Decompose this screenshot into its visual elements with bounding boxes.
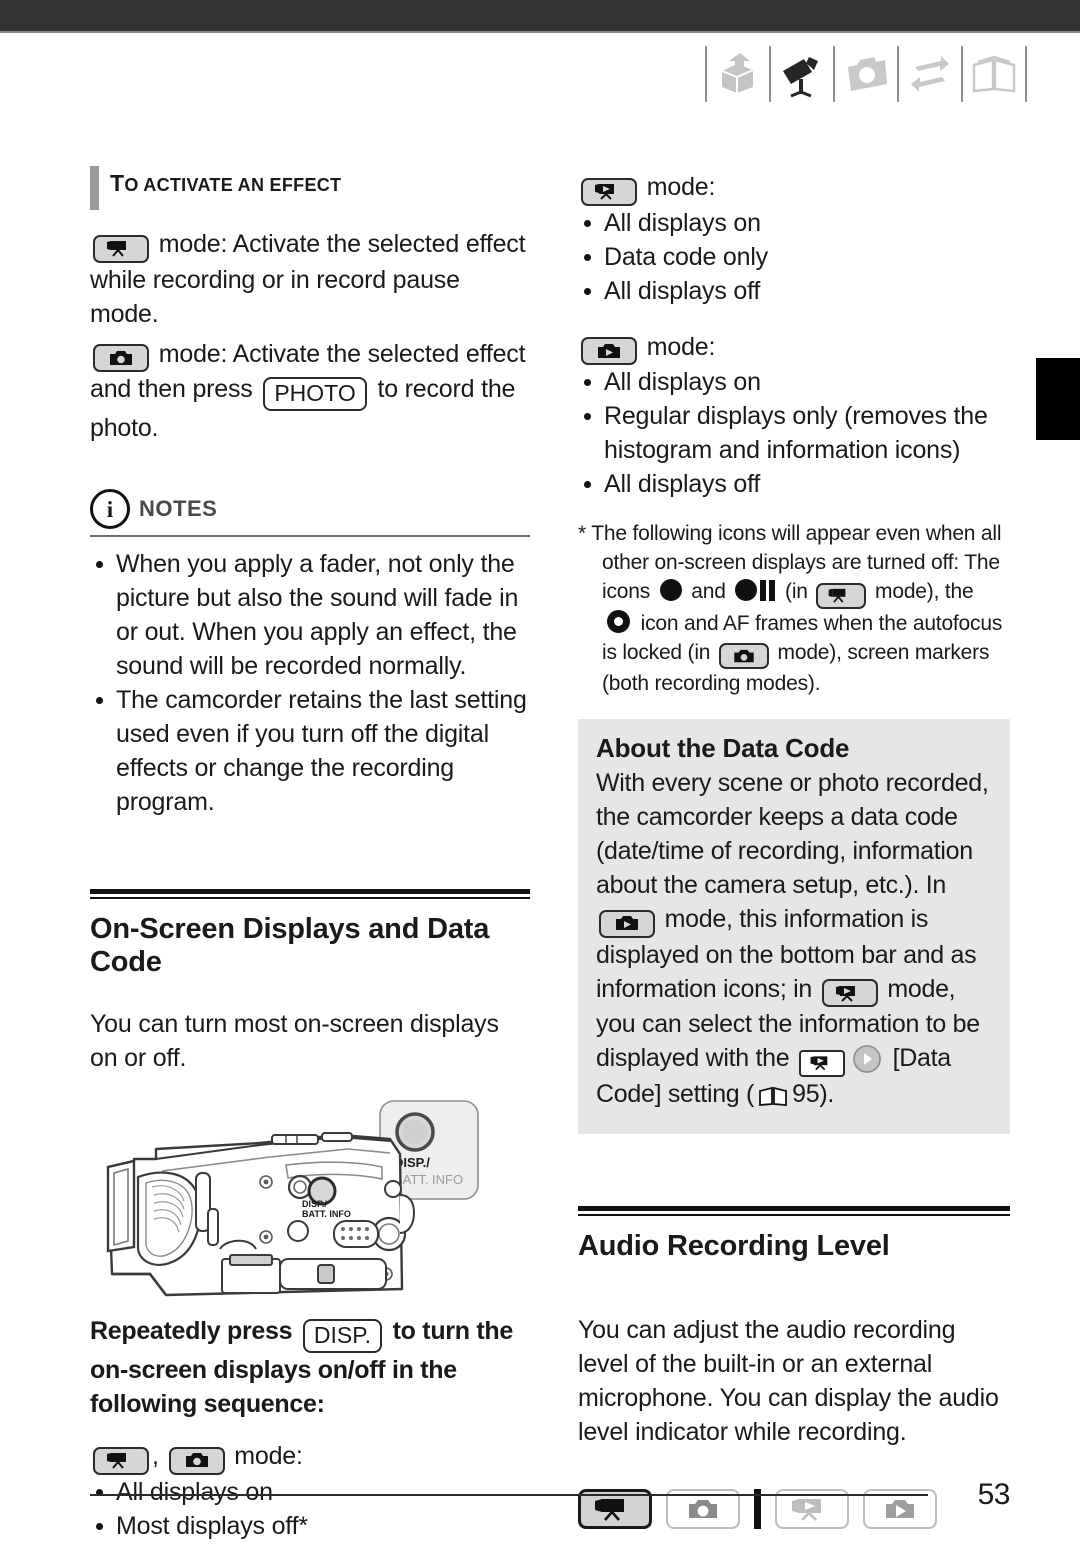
subheading-accent-bar bbox=[90, 166, 99, 210]
photo-play-mode-icon bbox=[599, 909, 655, 938]
icon-divider bbox=[897, 46, 899, 102]
icon-divider bbox=[769, 46, 771, 102]
page-number: 53 bbox=[977, 1478, 1011, 1511]
icon-divider bbox=[833, 46, 835, 102]
mode-separator: , bbox=[152, 1442, 166, 1470]
on-screen-intro-text: You can turn most on-screen displays on … bbox=[90, 1010, 499, 1072]
svg-text:DISP./: DISP./ bbox=[302, 1199, 327, 1209]
list-item: All displays on bbox=[578, 206, 1010, 240]
page-edge-tab-marker bbox=[1036, 358, 1080, 440]
list-item: Regular displays only (removes the histo… bbox=[578, 399, 1010, 467]
section-rule-thick bbox=[90, 889, 530, 894]
video-play-mode-label: mode: bbox=[578, 170, 1010, 206]
photo-play-mode-icon bbox=[581, 337, 637, 365]
icon-divider bbox=[961, 46, 963, 102]
data-code-page-ref: 95 bbox=[792, 1079, 820, 1108]
introduction-box-icon bbox=[709, 45, 767, 103]
record-dot-icon bbox=[659, 579, 682, 601]
chapter-icon-strip bbox=[703, 42, 1029, 106]
notes-divider bbox=[90, 535, 530, 537]
section-audio-recording-level: Audio Recording Level bbox=[578, 1205, 1010, 1263]
video-record-mode-icon bbox=[93, 1446, 149, 1475]
list-item: All displays off bbox=[578, 467, 1010, 501]
svg-text:BATT. INFO: BATT. INFO bbox=[394, 1172, 463, 1187]
footnote-displays-off: * The following icons will appear even w… bbox=[578, 519, 1010, 698]
footnote-text-4: mode), the bbox=[869, 580, 974, 603]
list-item: All displays on bbox=[578, 365, 1010, 399]
video-play-mode-icon bbox=[821, 979, 878, 1007]
svg-text:BATT. INFO: BATT. INFO bbox=[302, 1209, 351, 1219]
photo-play-mode-suffix: mode: bbox=[640, 332, 716, 361]
info-icon: i bbox=[90, 489, 130, 529]
instruction-text-1: Repeatedly press bbox=[90, 1317, 299, 1345]
record-modes-label: , mode: bbox=[90, 1439, 530, 1475]
photo-record-mode-icon bbox=[93, 344, 149, 372]
disp-button-key[interactable]: DISP. bbox=[302, 1319, 382, 1353]
icon-divider bbox=[1025, 46, 1027, 102]
left-column: TO ACTIVATE AN EFFECT mode: Activate the… bbox=[90, 166, 530, 1543]
activate-video-text: mode: Activate the selected effect while… bbox=[90, 230, 526, 328]
video-record-mode-icon bbox=[816, 582, 867, 609]
photo-record-mode-icon bbox=[718, 643, 769, 669]
section-on-screen-displays: On-Screen Displays and Data Code bbox=[90, 889, 530, 979]
photo-record-mode-icon bbox=[168, 1446, 225, 1475]
list-item: Most displays off* bbox=[90, 1509, 530, 1543]
subheading-rest: O ACTIVATE AN EFFECT bbox=[124, 175, 342, 195]
open-book-page-ref-icon bbox=[758, 1082, 788, 1116]
photo-button-key[interactable]: PHOTO bbox=[263, 377, 367, 411]
activate-paragraph-video: mode: Activate the selected effect while… bbox=[90, 227, 530, 331]
menu-arrow-icon bbox=[852, 1045, 881, 1073]
photo-play-mode-list: All displays on Regular displays only (r… bbox=[578, 365, 1010, 501]
page-top-bar bbox=[0, 0, 1080, 33]
subheading-first-letter: T bbox=[110, 170, 125, 196]
open-book-icon bbox=[965, 45, 1023, 103]
record-pause-icon bbox=[735, 579, 776, 601]
camcorder-figure: DISP./ BATT. INFO DISP./ BATT. INFO bbox=[90, 1099, 530, 1314]
af-lock-icon bbox=[607, 609, 630, 633]
record-modes-suffix: mode: bbox=[227, 1442, 303, 1470]
notes-heading: i NOTES bbox=[90, 489, 530, 529]
instruction-repeatedly-press: Repeatedly press DISP. to turn the on-sc… bbox=[90, 1314, 530, 1421]
page-title-on-screen-displays: On-Screen Displays and Data Code bbox=[90, 913, 490, 978]
subheading-to-activate-an-effect: TO ACTIVATE AN EFFECT bbox=[90, 166, 530, 210]
list-item: All displays off bbox=[578, 274, 1010, 308]
about-data-code-title: About the Data Code bbox=[596, 733, 850, 763]
footnote-text-3: (in bbox=[779, 580, 814, 603]
photo-camera-icon bbox=[837, 45, 895, 103]
video-camera-icon bbox=[773, 45, 831, 103]
right-column: mode: All displays on Data code only All… bbox=[578, 170, 1010, 1529]
video-play-mode-suffix: mode: bbox=[640, 173, 716, 201]
section-rule-thick bbox=[578, 1205, 1010, 1211]
footer-rule bbox=[90, 1494, 928, 1496]
section-rule-thin bbox=[578, 1213, 1010, 1216]
notes-list: When you apply a fader, not only the pic… bbox=[90, 547, 530, 819]
data-code-text-1: With every scene or photo recorded, the … bbox=[596, 769, 989, 899]
video-play-menu-icon bbox=[798, 1049, 845, 1077]
video-play-mode-icon bbox=[581, 177, 637, 206]
footnote-marker: * bbox=[578, 522, 586, 545]
activate-paragraph-photo: mode: Activate the selected effect and t… bbox=[90, 337, 530, 446]
data-code-text-5: ). bbox=[819, 1079, 834, 1108]
list-item: The camcorder retains the last setting u… bbox=[90, 683, 530, 819]
notes-label: NOTES bbox=[139, 496, 218, 521]
page-title-audio-recording-level: Audio Recording Level bbox=[578, 1229, 890, 1262]
icon-divider bbox=[705, 46, 707, 102]
about-data-code-text: With every scene or photo recorded, the … bbox=[596, 766, 992, 1116]
page-footer: 53 bbox=[90, 1478, 1011, 1512]
about-data-code-box: About the Data Code With every scene or … bbox=[578, 719, 1010, 1134]
list-item: Data code only bbox=[578, 240, 1010, 274]
photo-play-mode-label: mode: bbox=[578, 330, 1010, 365]
video-record-mode-icon bbox=[93, 234, 149, 263]
video-play-mode-list: All displays on Data code only All displ… bbox=[578, 206, 1010, 308]
list-item: When you apply a fader, not only the pic… bbox=[90, 547, 530, 683]
transfer-arrows-icon bbox=[901, 45, 959, 103]
audio-intro-text: You can adjust the audio recording level… bbox=[578, 1315, 999, 1446]
section-rule-thin bbox=[90, 897, 530, 899]
footnote-text-2: and bbox=[685, 580, 732, 603]
